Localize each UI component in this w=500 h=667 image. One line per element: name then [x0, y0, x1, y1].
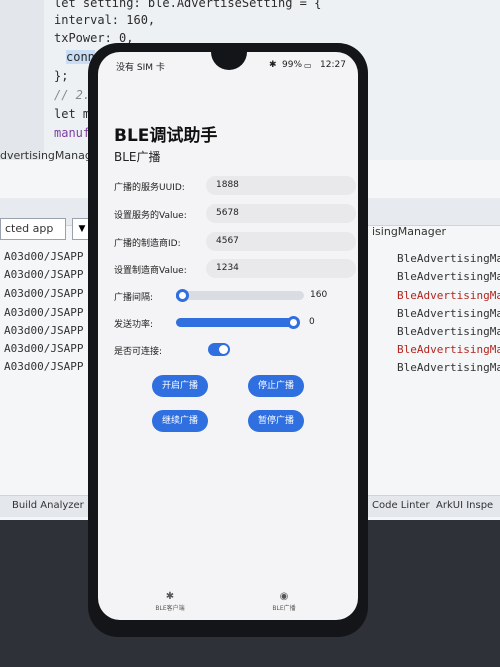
- service-value-label: 设置服务的Value:: [114, 211, 187, 221]
- battery-icon: ▭: [304, 61, 312, 70]
- camera-notch: [211, 52, 247, 70]
- log-row: A03d00/JSAPP: [4, 342, 84, 355]
- code-linter-tab[interactable]: Code Linter: [372, 500, 430, 511]
- interval-value: 160: [310, 290, 328, 300]
- log-row: BleAdvertisingMa: [397, 361, 500, 374]
- start-advertising-button[interactable]: 开启广播: [152, 375, 208, 397]
- code-line: interval: 160,: [54, 13, 156, 27]
- interval-slider-thumb[interactable]: [176, 289, 189, 302]
- app-select[interactable]: cted app: [0, 218, 66, 240]
- code-line: // 2.: [54, 88, 91, 102]
- log-row: BleAdvertisingMa: [397, 307, 500, 320]
- log-row-error: BleAdvertisingMa: [397, 289, 500, 302]
- tx-power-slider-fill: [176, 318, 294, 327]
- bluetooth-icon: ✱: [165, 591, 175, 602]
- log-row: A03d00/JSAPP: [4, 268, 84, 281]
- code-line: manuf: [54, 126, 91, 140]
- tab-ble-advertising[interactable]: ◉ BLE广播: [254, 591, 314, 612]
- manufacturer-value-input[interactable]: 1234: [206, 259, 356, 278]
- arkui-inspector-tab[interactable]: ArkUI Inspe: [436, 500, 493, 511]
- service-uuid-input[interactable]: 1888: [206, 176, 356, 195]
- tx-power-label: 发送功率:: [114, 320, 154, 330]
- tab-label: BLE广播: [272, 605, 296, 612]
- log-tab-right[interactable]: isingManager: [372, 225, 446, 238]
- editor-gutter: [0, 0, 44, 160]
- resume-advertising-button[interactable]: 继续广播: [152, 410, 208, 432]
- battery-percent: 99%: [282, 60, 303, 70]
- tab-label: BLE客户端: [155, 605, 185, 612]
- log-row: BleAdvertisingMa: [397, 252, 500, 265]
- tx-power-slider-thumb[interactable]: [287, 316, 300, 329]
- service-uuid-label: 广播的服务UUID:: [114, 183, 185, 193]
- phone-screen: 没有 SIM 卡 ✱ 99% ▭ 12:27 BLE调试助手 BLE广播 广播的…: [98, 52, 358, 620]
- code-line: let setting: ble.AdvertiseSetting = {: [54, 0, 322, 10]
- log-row: A03d00/JSAPP: [4, 360, 84, 373]
- tx-power-slider[interactable]: [176, 316, 300, 329]
- manufacturer-value-label: 设置制造商Value:: [114, 266, 187, 276]
- broadcast-icon: ◉: [279, 591, 289, 602]
- code-line: };: [54, 69, 69, 83]
- manufacturer-id-label: 广播的制造商ID:: [114, 239, 181, 249]
- manufacturer-id-input[interactable]: 4567: [206, 232, 356, 251]
- log-row: A03d00/JSAPP: [4, 250, 84, 263]
- log-row: BleAdvertisingMa: [397, 325, 500, 338]
- interval-slider[interactable]: [176, 289, 304, 302]
- bluetooth-icon: ✱: [269, 60, 277, 70]
- tab-ble-client[interactable]: ✱ BLE客户端: [140, 591, 200, 612]
- connectable-toggle[interactable]: [208, 343, 230, 356]
- page-subtitle: BLE广播: [114, 150, 161, 164]
- clock: 12:27: [320, 60, 346, 70]
- carrier-label: 没有 SIM 卡: [116, 63, 165, 73]
- build-analyzer-tab[interactable]: Build Analyzer: [12, 500, 84, 511]
- code-line: let m: [54, 107, 91, 121]
- log-row: A03d00/JSAPP: [4, 324, 84, 337]
- log-row: BleAdvertisingMa: [397, 270, 500, 283]
- log-row-error: BleAdvertisingMa: [397, 343, 500, 356]
- pause-advertising-button[interactable]: 暂停广播: [248, 410, 304, 432]
- log-row: A03d00/JSAPP: [4, 287, 84, 300]
- stop-advertising-button[interactable]: 停止广播: [248, 375, 304, 397]
- tx-power-value: 0: [309, 317, 315, 327]
- connectable-label: 是否可连接:: [114, 347, 163, 357]
- log-row: A03d00/JSAPP: [4, 306, 84, 319]
- interval-label: 广播间隔:: [114, 293, 154, 303]
- toggle-knob: [219, 345, 228, 354]
- app-title: BLE调试助手: [114, 126, 218, 146]
- service-value-input[interactable]: 5678: [206, 204, 356, 223]
- bottom-tab-bar: ✱ BLE客户端 ◉ BLE广播: [98, 587, 358, 620]
